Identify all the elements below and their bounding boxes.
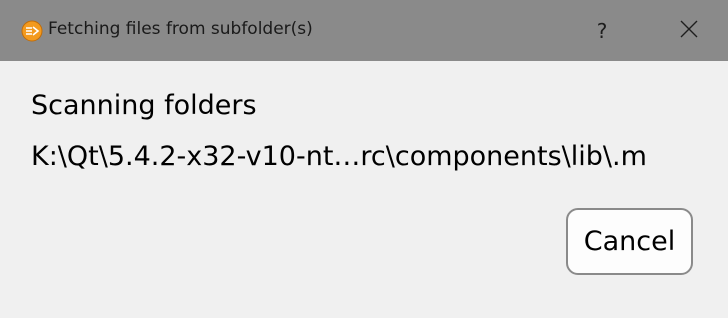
title-bar[interactable]: Fetching files from subfolder(s) ? xyxy=(0,0,728,61)
scanning-status-label: Scanning folders xyxy=(31,90,257,121)
cancel-button[interactable]: Cancel xyxy=(566,208,693,275)
window-title: Fetching files from subfolder(s) xyxy=(48,19,313,39)
close-icon xyxy=(680,20,698,42)
help-button[interactable]: ? xyxy=(580,0,624,61)
fetching-files-dialog: Fetching files from subfolder(s) ? Scann… xyxy=(0,0,728,318)
current-path-label: K:\Qt\5.4.2-x32-v10-nt…rc\components\lib… xyxy=(31,141,647,172)
app-logo-icon xyxy=(21,20,43,42)
close-button[interactable] xyxy=(660,0,718,61)
